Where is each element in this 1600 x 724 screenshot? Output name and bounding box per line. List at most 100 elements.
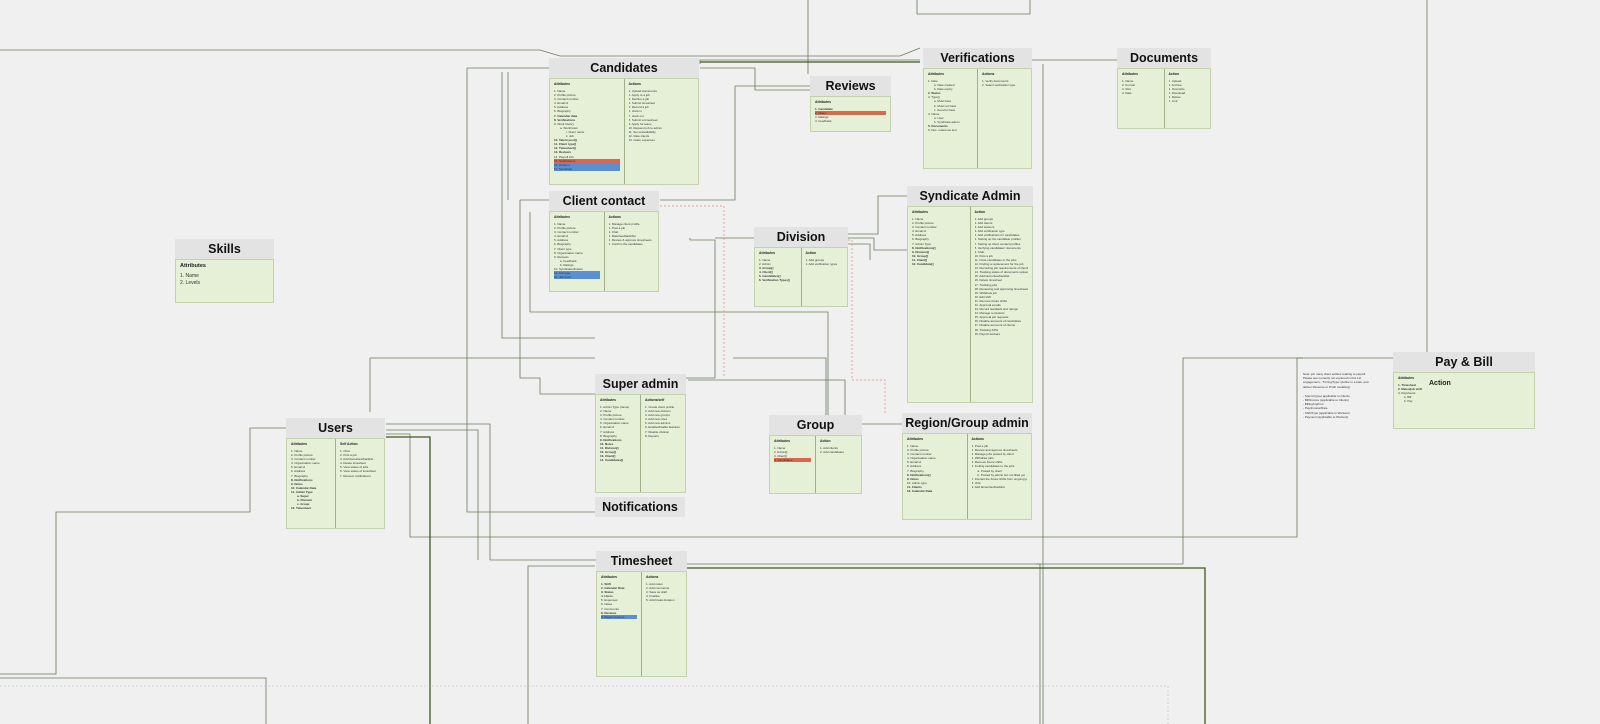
entity-title: Region/Group admin (902, 413, 1032, 433)
column-header: Actions (971, 437, 984, 441)
list-item: 6. Doc. reference text (928, 128, 957, 133)
entity-skills[interactable]: Skills Attributes 1. Name 2. Levels (175, 239, 274, 303)
entity-title: Super admin (595, 374, 686, 394)
list-item: 5. Add break duration (646, 598, 675, 603)
entity-column: Attributes 1. Candidate 2. Client 3. Rating… (811, 97, 890, 131)
list-item: 2. Levels (180, 280, 201, 286)
column-header: Attributes (600, 398, 617, 402)
column-header: Action (1168, 72, 1180, 76)
list-item: 12. Job level (554, 275, 600, 280)
entity-column: Actions 1. Add notes 2. Add comments 3. Sav… (641, 572, 686, 676)
list-item: 8. Reports (645, 433, 659, 438)
entity-table: Attributes 1. Name 2. Admin[] 3. Client[] 4.… (769, 435, 862, 494)
list-item: 12. Calendar Data (907, 489, 933, 494)
entity-title: Verifications (923, 48, 1032, 68)
column-header: Action (820, 439, 831, 443)
entity-reviews[interactable]: Reviews Attributes 1. Candidate 2. Client 3.… (810, 76, 891, 132)
list-item: 14. Candidates[] (600, 458, 624, 463)
entity-table: Attributes 1. Name 2. Profile picture 3. Co… (286, 438, 385, 529)
entity-division[interactable]: Division Attributes 1. Name 2. Admin 3. Grou… (754, 227, 848, 307)
entity-column: Attributes 1. Timesheet 2. Rates/job shift… (1394, 373, 1534, 428)
entity-table: Attributes 1. Name 2. Profile picture 3. Co… (902, 433, 1032, 520)
pay-bill-note: Note: job many client entities relating … (1303, 372, 1373, 419)
entity-column: Attributes 1. Name 2. Admin[] 3. Client[] 4.… (770, 436, 815, 493)
list-item: 4. Candidates (774, 458, 811, 463)
entity-group[interactable]: Group Attributes 1. Name 2. Admin[] 3. Clien… (769, 415, 862, 494)
list-item: 2. Select verification type (982, 83, 1016, 88)
entity-candidates[interactable]: Candidates Attributes 1. Name 2. Profile pi… (549, 58, 699, 185)
entity-table: Attributes 1. Candidate 2. Client 3. Rating… (810, 96, 891, 132)
entity-title: Syndicate Admin (907, 186, 1033, 206)
entity-column: Attributes 1. Shift 2. Calendar Date 3. Sta… (597, 572, 641, 676)
entity-verifications[interactable]: Verifications Attributes 1. Date a. Date cr… (923, 48, 1032, 169)
list-item: 4. Date (1122, 91, 1132, 96)
column-header: Attributes (1398, 376, 1415, 380)
column-header: Action (805, 251, 817, 255)
list-item: 13. Claim expenses (628, 138, 655, 143)
entity-table: Attributes 1. Date a. Date created b. Date … (923, 68, 1032, 169)
entity-title: Notifications (595, 497, 685, 517)
entity-users[interactable]: Users Attributes 1. Name 2. Profile picture… (286, 418, 385, 529)
list-item: 29. Payroll workers (974, 331, 1001, 336)
note-line: engagement - 'Timing/Type' (define in a … (1303, 380, 1369, 385)
entity-column: Self Action 1. Chat 2. Post a job 3. Add fa… (335, 439, 384, 528)
entity-column: Attributes 1. Name 2. Profile picture 3. Co… (908, 207, 970, 402)
entity-super-admin[interactable]: Super admin Attributes 1. Admin Type (name… (595, 374, 686, 493)
column-header: Self Action (340, 442, 358, 446)
entity-client-contact[interactable]: Client contact Attributes 1. Name 2. Profil… (549, 191, 659, 292)
entity-column: Actions 1. Verify documents 2. Select veri… (977, 69, 1031, 168)
entity-timesheet[interactable]: Timesheet Attributes 1. Shift 2. Calendar D… (596, 551, 687, 677)
pay-bill-action-label: Action (1429, 380, 1451, 387)
list-item: 6. Enable/disable features (645, 425, 680, 430)
entity-column: Action 1. Add groups 2. Add clients 3. Add … (969, 207, 1033, 402)
column-header: Attributes (1122, 72, 1139, 76)
list-item: b. Pay (1404, 399, 1413, 404)
column-header: Attributes (815, 100, 832, 104)
entity-table: Attributes 1. Name 2. Format 3. Size 4. Date… (1117, 68, 1211, 129)
entity-column: Actions/self 1. Create client profile 2. A… (640, 395, 685, 492)
entity-notifications[interactable]: Notifications (595, 497, 685, 519)
list-item: 4. Feedback (815, 119, 832, 124)
entity-region-group-admin[interactable]: Region/Group admin Attributes 1. Name 2. Pr… (902, 413, 1032, 520)
entity-table: Attributes 1. Timesheet 2. Rates/job shift… (1393, 372, 1535, 429)
entity-table: Attributes 1. Name 2. Levels (175, 259, 274, 303)
entity-table: Attributes 1. Name 2. Profile picture 3. Co… (907, 206, 1033, 403)
entity-column: Action 1. Upload 2. Archive 3. Overwrite 4. … (1163, 69, 1211, 128)
column-header: Action (974, 210, 986, 214)
column-header: Attributes (180, 263, 206, 269)
entity-table: Attributes 1. Name 2. Profile picture 3. Co… (549, 211, 659, 292)
entity-column: Attributes 1. Admin Type (name) 2. Name 3. … (596, 395, 640, 492)
entity-table: Attributes 1. Shift 2. Calendar Date 3. Sta… (596, 571, 687, 677)
column-header: Actions/self (645, 398, 665, 402)
entity-column: Actions 1. Upload documents 2. Apply to a … (623, 79, 699, 184)
column-header: Attributes (774, 439, 791, 443)
entity-table: Attributes 1. Admin Type (name) 2. Name 3. … (595, 394, 686, 493)
entity-column: Attributes 1. Name 2. Profile picture 3. Co… (903, 434, 967, 519)
list-item: 2. Add candidates (820, 450, 844, 455)
column-header: Attributes (554, 215, 571, 219)
entity-column: Attributes 1. Name 2. Format 3. Size 4. Date (1118, 69, 1164, 128)
entity-column: Attributes 1. Name 2. Profile picture 3. Co… (550, 79, 624, 184)
entity-title: Candidates (549, 58, 699, 78)
column-header: Actions (646, 575, 659, 579)
column-header: Attributes (912, 210, 929, 214)
entity-title: Documents (1117, 48, 1211, 68)
list-item: 7. Receive notifications (340, 473, 371, 478)
list-item: 6. Confirm the candidates (608, 242, 643, 247)
list-item: 17. Syndicate (554, 166, 620, 171)
entity-table: Attributes 1. Name 2. Profile picture 3. Co… (549, 78, 699, 185)
list-item: 12. Candidate[] (912, 262, 934, 267)
entity-syndicate-admin[interactable]: Syndicate Admin Attributes 1. Name 2. Profi… (907, 186, 1033, 403)
entity-column: Action 1. Add groups 2. Add verification t… (800, 248, 848, 306)
connector-lines (0, 0, 1428, 724)
entity-pay-bill[interactable]: Pay & Bill Attributes 1. Timesheet 2. Rates… (1393, 352, 1535, 429)
entity-column: Attributes 1. Date a. Date created b. Date … (924, 69, 977, 168)
list-item: 12. Timesheet (291, 506, 311, 511)
entity-column: Action 1. Add clients 2. Add candidates (815, 436, 861, 493)
entity-title: Skills (175, 239, 274, 259)
entity-documents[interactable]: Documents Attributes 1. Name 2. Format 3. Si… (1117, 48, 1211, 129)
list-item: 6. Link (1168, 99, 1178, 104)
column-header: Attributes (291, 442, 308, 446)
entity-column: Attributes 1. Name 2. Levels (176, 260, 273, 302)
list-item: 2. Add verification types (805, 262, 838, 267)
